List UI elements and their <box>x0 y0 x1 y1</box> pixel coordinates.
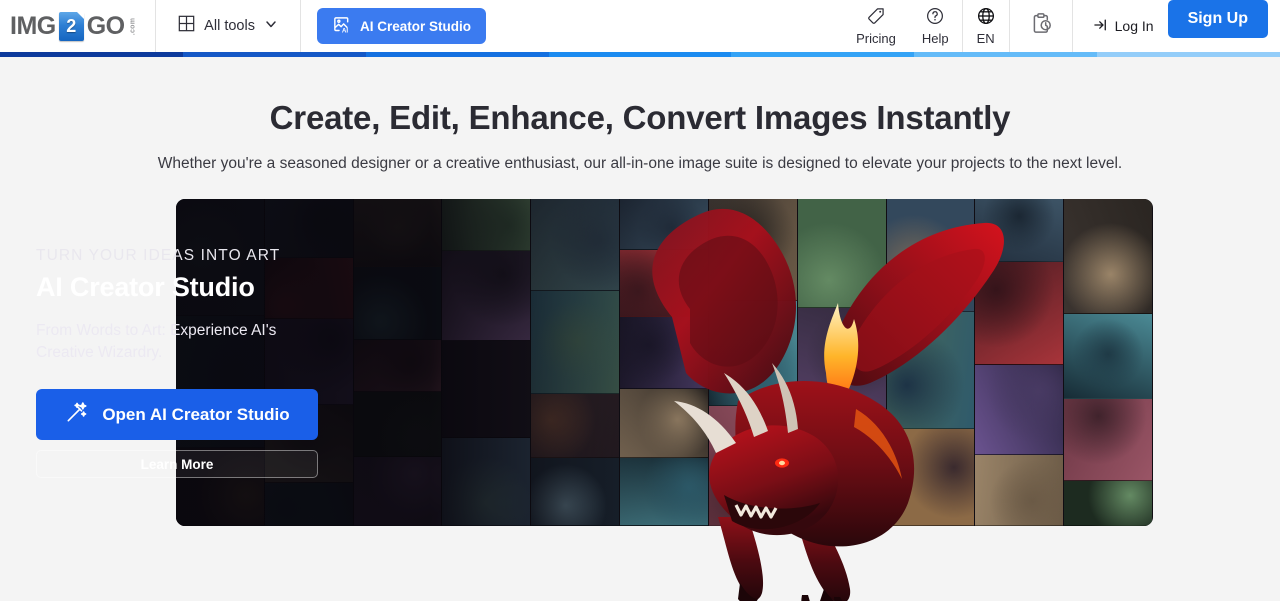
learn-more-button[interactable]: Learn More <box>36 450 318 478</box>
nav-item-help-label: Help <box>921 30 949 46</box>
banner-description: From Words to Art: Experience AI's Creat… <box>36 322 277 361</box>
gradient-segment-3 <box>548 52 732 57</box>
gradient-segment-5 <box>914 52 1098 57</box>
banner-title: AI Creator Studio <box>36 272 255 302</box>
site-logo[interactable]: IMG 2 GO .com <box>0 0 155 52</box>
login-label: Log In <box>1114 18 1154 34</box>
login-button[interactable]: Log In <box>1073 0 1168 52</box>
gradient-segment-6 <box>1097 52 1280 57</box>
nav-item-help[interactable]: Help <box>909 0 962 52</box>
promo-banner-area: TURN YOUR IDEAS INTO ART AI Creator Stud… <box>0 199 1280 601</box>
logo-badge-text: 2 <box>66 16 77 36</box>
main-content: Create, Edit, Enhance, Convert Images In… <box>0 99 1280 601</box>
ai-creator-studio-button[interactable]: AI AI Creator Studio <box>316 8 486 44</box>
logo-text-left: IMG <box>10 11 56 40</box>
gradient-segment-0 <box>0 52 183 57</box>
signup-button[interactable]: Sign Up <box>1167 0 1268 38</box>
banner-kicker: TURN YOUR IDEAS INTO ART <box>36 247 281 264</box>
logo-tld: .com <box>128 17 136 35</box>
login-arrow-icon <box>1093 17 1109 36</box>
ai-creator-studio-header-cell: AI AI Creator Studio <box>301 0 502 52</box>
nav-item-language-label: EN <box>976 30 995 46</box>
gradient-segment-4 <box>731 52 915 57</box>
open-ai-creator-studio-label: Open AI Creator Studio <box>102 404 290 424</box>
ai-image-icon: AI <box>332 15 351 37</box>
globe-icon <box>976 6 996 31</box>
question-circle-icon <box>925 6 945 31</box>
red-dragon-legs <box>718 517 851 601</box>
clipboard-clock-icon <box>1028 11 1054 42</box>
ai-creator-studio-button-label: AI Creator Studio <box>359 18 471 34</box>
magic-wand-icon <box>64 400 89 430</box>
grid-icon <box>178 15 195 37</box>
all-tools-label: All tools <box>204 18 255 34</box>
nav-item-pricing[interactable]: Pricing <box>843 0 909 52</box>
chevron-down-icon <box>264 17 278 36</box>
gradient-segment-2 <box>365 52 549 57</box>
price-tag-icon <box>866 6 886 31</box>
nav-item-language[interactable]: EN <box>963 0 1009 52</box>
banner-copy: TURN YOUR IDEAS INTO ART AI Creator Stud… <box>36 247 336 478</box>
header-gradient-strip <box>0 52 1280 57</box>
svg-text:AI: AI <box>342 27 349 34</box>
img2go-logo-icon: 2 <box>58 11 84 41</box>
nav-item-history[interactable] <box>1010 0 1072 52</box>
header-spacer <box>502 0 843 52</box>
page-subtitle: Whether you're a seasoned designer or a … <box>157 155 1123 172</box>
gradient-segment-1 <box>182 52 366 57</box>
site-header: IMG 2 GO .com All tools AI AI Creator St… <box>0 0 1280 52</box>
page-title: Create, Edit, Enhance, Convert Images In… <box>269 99 1011 136</box>
open-ai-creator-studio-button[interactable]: Open AI Creator Studio <box>36 389 318 440</box>
all-tools-menu[interactable]: All tools <box>156 0 300 52</box>
logo-text-right: GO <box>86 11 125 40</box>
nav-item-pricing-label: Pricing <box>856 30 896 46</box>
